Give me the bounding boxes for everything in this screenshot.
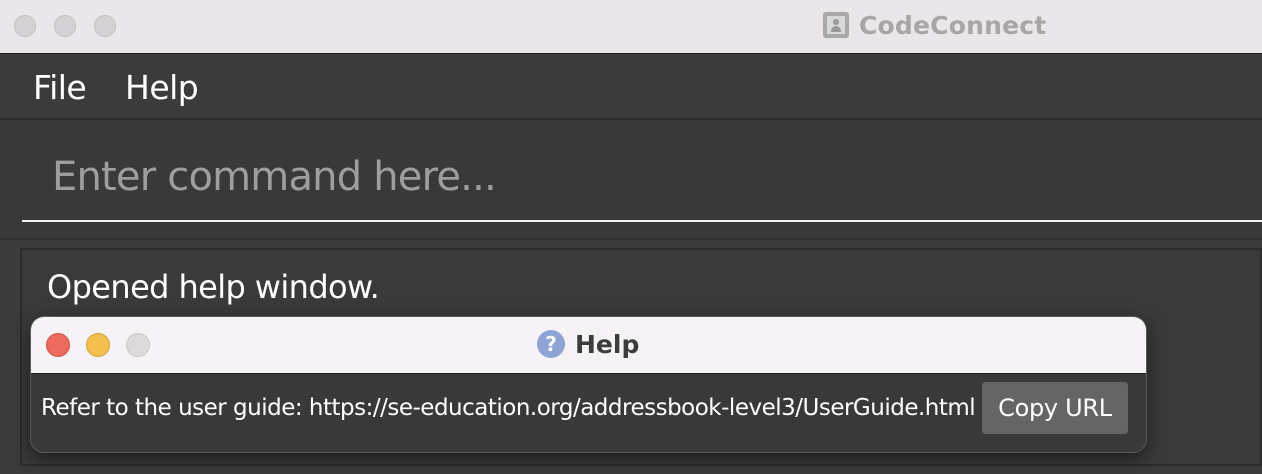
command-placeholder: Enter command here...: [52, 154, 497, 200]
help-title: Help: [575, 329, 640, 359]
result-text: Opened help window.: [47, 268, 380, 306]
help-titlebar[interactable]: ? Help: [31, 317, 1146, 374]
help-close-button[interactable]: [46, 333, 70, 357]
question-mark-icon: ?: [537, 330, 565, 358]
window-title: CodeConnect: [859, 10, 1047, 40]
help-message: Refer to the user guide: https://se-educ…: [41, 395, 976, 421]
command-box: Enter command here...: [0, 120, 1262, 240]
menu-help[interactable]: Help: [125, 68, 199, 107]
menu-bar: File Help: [0, 54, 1262, 120]
help-minimize-button[interactable]: [86, 333, 110, 357]
contact-card-icon: [823, 12, 849, 38]
main-window: CodeConnect File Help Enter command here…: [0, 0, 1262, 474]
help-window: ? Help Refer to the user guide: https://…: [30, 316, 1147, 453]
copy-url-button[interactable]: Copy URL: [982, 382, 1128, 434]
menu-file[interactable]: File: [33, 68, 87, 107]
main-titlebar[interactable]: CodeConnect: [0, 0, 1262, 54]
zoom-button[interactable]: [94, 15, 116, 37]
window-title-group: CodeConnect: [823, 10, 1046, 40]
help-title-group: ? Help: [537, 328, 639, 360]
command-input[interactable]: Enter command here...: [22, 120, 1262, 222]
minimize-button[interactable]: [54, 15, 76, 37]
close-button[interactable]: [14, 15, 36, 37]
help-zoom-button[interactable]: [126, 333, 150, 357]
